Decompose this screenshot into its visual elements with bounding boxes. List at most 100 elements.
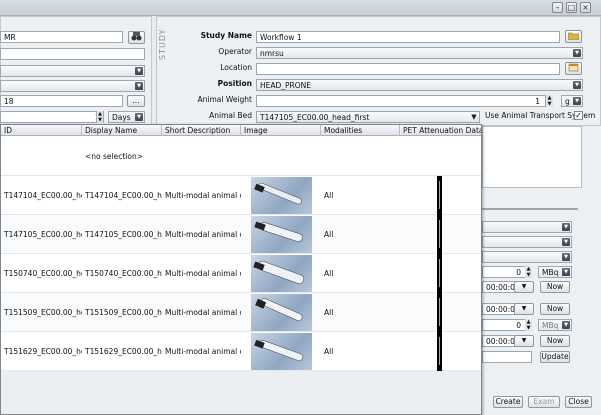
table-row[interactable]: T147104_EC00.00_hea... T147104_EC00.00_h… — [1, 176, 481, 215]
operator-combo[interactable]: nmrsu ▼ — [256, 47, 583, 59]
row-display-name: T151509_EC00.00_hea... — [85, 308, 162, 317]
weight-spinner-icon[interactable]: ▲ ▼ — [545, 95, 553, 107]
create-button[interactable]: Create — [493, 396, 523, 408]
lookup-button[interactable] — [128, 31, 145, 44]
animal-bed-popup: ID Display Name Short Description Image … — [0, 124, 482, 415]
table-row[interactable]: T151509_EC00.00_hea... T151509_EC00.00_h… — [1, 293, 481, 332]
animal-bed-image — [254, 339, 304, 362]
animal-bed-image — [254, 221, 303, 242]
column-header-id[interactable]: ID — [1, 125, 82, 136]
column-header-image[interactable]: Image — [241, 125, 321, 136]
column-header-pet-attenuation[interactable]: PET Attenuation Dataset — [400, 125, 481, 136]
patient-text-field[interactable] — [0, 48, 145, 60]
row-display-name: T150740_EC00.00_hea... — [85, 269, 162, 278]
row-display-name: T147104_EC00.00_hea... — [85, 191, 162, 200]
now-button-3[interactable]: Now — [540, 335, 570, 347]
operator-label: Operator — [218, 47, 252, 56]
calendar-icon — [568, 63, 579, 72]
study-name-input[interactable]: Workflow 1 — [256, 31, 560, 43]
row-description: Multi-modal animal cas... — [165, 308, 241, 317]
animal-weight-input[interactable]: 1 — [256, 95, 553, 107]
study-name-label: Study Name — [200, 31, 252, 40]
location-input[interactable] — [256, 63, 560, 75]
chevron-down-icon: ▼ — [573, 81, 581, 89]
close-window-button[interactable]: × — [580, 2, 591, 13]
chevron-down-icon: ▼ — [521, 337, 527, 344]
spinner-arrows-icon[interactable]: ▲ ▼ — [96, 111, 103, 123]
tracer-combo-3[interactable]: ▼ — [482, 251, 572, 263]
tracer-combo-2[interactable]: ▼ — [482, 236, 572, 248]
table-row[interactable]: T150740_EC00.00_hea... T150740_EC00.00_h… — [1, 254, 481, 293]
table-row[interactable]: T151629_EC00.00_hea... T151629_EC00.00_h… — [1, 332, 481, 371]
maximize-icon: □ — [567, 3, 576, 12]
notes-area[interactable] — [482, 126, 582, 188]
column-header-display-name[interactable]: Display Name — [82, 125, 162, 136]
pet-attenuation-image — [437, 332, 442, 371]
position-label: Position — [217, 79, 252, 88]
chevron-down-icon: ▼ — [562, 321, 570, 329]
animal-bed-thumbnail — [251, 333, 312, 370]
row-modalities: All — [324, 347, 334, 356]
row-id: T147104_EC00.00_hea... — [4, 191, 82, 200]
column-header-modalities[interactable]: Modalities — [321, 125, 400, 136]
chevron-down-icon: ▼ — [135, 67, 143, 75]
time-dropdown-3[interactable]: ▼ — [514, 335, 534, 347]
modality-field[interactable]: MR — [0, 31, 123, 43]
more-button[interactable]: ... — [127, 95, 145, 107]
chevron-down-icon: ▼ — [562, 223, 570, 231]
now-button-2[interactable]: Now — [540, 303, 570, 315]
table-row[interactable]: T147105_EC00.00_hea... T147105_EC00.00_h… — [1, 215, 481, 254]
dose-unit-combo-1[interactable]: MBq ▼ — [538, 266, 572, 278]
patient-combo-2[interactable]: ▼ — [0, 80, 145, 92]
weight-unit-combo[interactable]: g ▼ — [561, 95, 583, 107]
row-id: T147105_EC00.00_hea... — [4, 230, 82, 239]
row-description: Multi-modal animal cas... — [165, 347, 241, 356]
folder-icon — [567, 32, 580, 41]
time-dropdown-1[interactable]: ▼ — [514, 281, 534, 293]
age-field[interactable]: 18 — [0, 95, 123, 107]
exam-button[interactable]: Exam — [528, 396, 560, 408]
tracer-combo-1[interactable]: ▼ — [482, 221, 572, 233]
dose-spinner-icon[interactable]: ▲ ▼ — [525, 266, 532, 278]
patient-combo-1[interactable]: ▼ — [0, 65, 145, 77]
update-button[interactable]: Update — [540, 351, 570, 363]
study-section-label: STUDY — [158, 28, 167, 60]
dose-unit-combo-2[interactable]: MBq ▼ — [538, 319, 572, 331]
animal-weight-label: Animal Weight — [197, 95, 252, 104]
column-header-short-description[interactable]: Short Description — [162, 125, 241, 136]
row-id: T151509_EC00.00_hea... — [4, 308, 82, 317]
browse-folder-button[interactable] — [565, 30, 582, 43]
chevron-down-icon: ▼ — [562, 268, 570, 276]
chevron-down-icon: ▼ — [562, 238, 570, 246]
position-combo[interactable]: HEAD_PRONE ▼ — [256, 79, 583, 91]
animal-bed-thumbnail — [251, 294, 312, 331]
row-id: T150740_EC00.00_hea... — [4, 269, 82, 278]
maximize-button[interactable]: □ — [566, 2, 577, 13]
animal-bed-thumbnail — [251, 255, 312, 292]
chevron-down-icon: ▼ — [521, 305, 527, 312]
time-dropdown-2[interactable]: ▼ — [514, 303, 534, 315]
row-id: T151629_EC00.00_hea... — [4, 347, 82, 356]
table-row-no-selection[interactable]: <no selection> — [1, 137, 481, 176]
minimize-button[interactable]: – — [552, 2, 563, 13]
dose-spinner-icon-2[interactable]: ▲ ▼ — [525, 319, 532, 331]
chevron-down-icon: ▼ — [573, 49, 581, 57]
location-label: Location — [220, 63, 252, 72]
animal-bed-combo[interactable]: T147105_EC00.00_head_first ▼ — [256, 111, 480, 123]
divider — [482, 208, 578, 210]
animal-bed-thumbnail — [251, 177, 312, 214]
pet-attenuation-image — [437, 176, 442, 215]
row-description: Multi-modal animal cas... — [165, 269, 241, 278]
row-display-name: T151629_EC00.00_hea... — [85, 347, 162, 356]
binoculars-icon — [131, 32, 142, 41]
animal-bed-image — [253, 260, 305, 285]
comment-input[interactable] — [482, 351, 532, 363]
row-modalities: All — [324, 230, 334, 239]
transport-checkbox[interactable]: ✓ — [574, 111, 583, 120]
now-button-1[interactable]: Now — [540, 281, 570, 293]
location-picker-button[interactable] — [565, 62, 582, 75]
age-unit-combo[interactable]: Days ▼ — [108, 111, 145, 123]
close-button[interactable]: Close — [565, 396, 592, 408]
age-spinner[interactable]: 2 — [0, 111, 104, 123]
pet-attenuation-image — [437, 254, 442, 293]
